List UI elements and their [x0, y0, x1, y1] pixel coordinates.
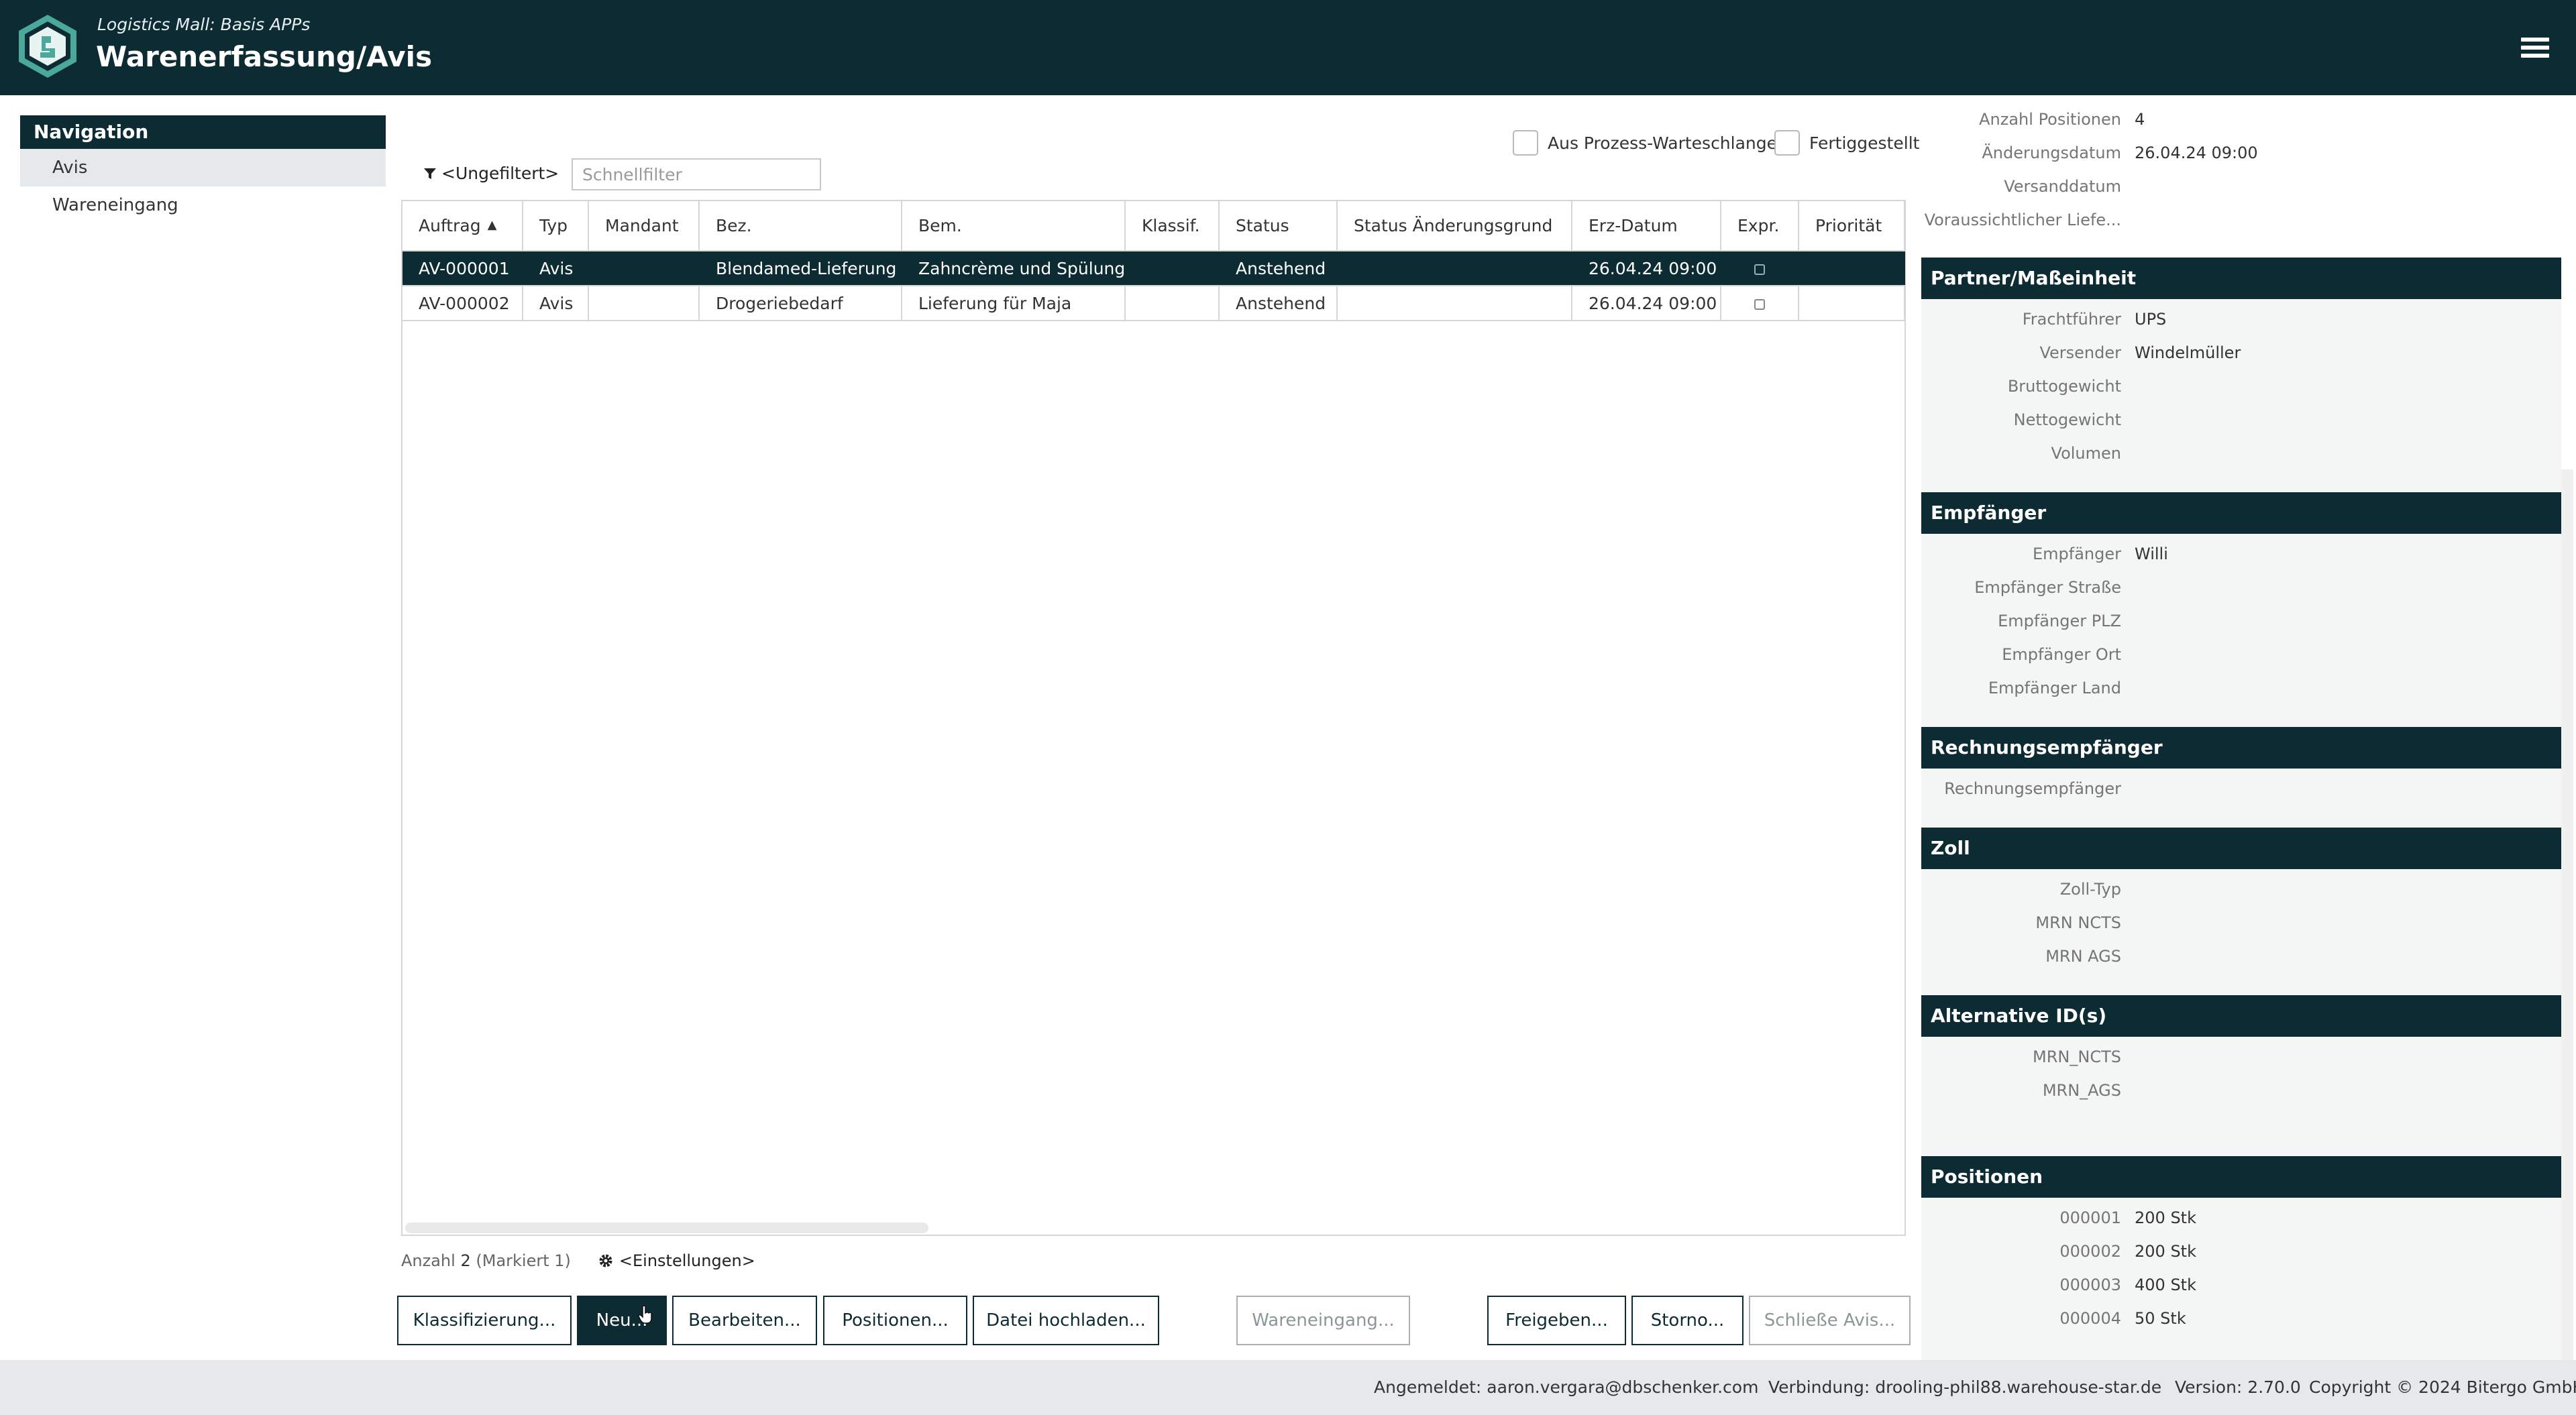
section-positionen-title: Positionen [1921, 1156, 2561, 1198]
cell-bem: Zahncrème und Spülung [902, 251, 1126, 286]
edit-button[interactable]: Bearbeiten... [672, 1296, 817, 1345]
queue-checkbox-label: Aus Prozess-Warteschlange [1548, 133, 1778, 153]
app-logo-icon [19, 15, 76, 78]
filter-label: <Ungefiltert> [441, 164, 559, 183]
cell-status: Anstehend [1219, 286, 1338, 321]
sort-ascending-icon: ▲ [487, 218, 497, 232]
column-header-bez[interactable]: Bez. [699, 201, 902, 251]
field-label: Anzahl Positionen [1979, 110, 2121, 129]
column-header-typ[interactable]: Typ [523, 201, 589, 251]
navigation-title: Navigation [20, 115, 386, 149]
section-alt-ids-title: Alternative ID(s) [1921, 995, 2561, 1037]
detail-panel: Anzahl Positionen 4 Änderungsdatum 26.04… [1920, 95, 2563, 1360]
cell-auftrag: AV-000001 [402, 251, 523, 286]
cell-status-grund [1337, 286, 1572, 321]
positions-button[interactable]: Positionen... [823, 1296, 967, 1345]
status-footer: Angemeldet: aaron.vergara@dbschenker.com… [0, 1360, 2576, 1415]
cell-bez: Blendamed-Lieferung [699, 251, 902, 286]
count-label: Anzahl [401, 1251, 455, 1270]
column-header-mandant[interactable]: Mandant [588, 201, 700, 251]
cell-erz-datum: 26.04.24 09:00 [1572, 251, 1721, 286]
cell-auftrag: AV-000002 [402, 286, 523, 321]
section-partner-title: Partner/Maßeinheit [1921, 258, 2561, 299]
cell-klassif [1125, 251, 1220, 286]
cell-typ: Avis [523, 286, 589, 321]
cell-prioritaet [1799, 251, 1905, 286]
section-zoll-title: Zoll [1921, 828, 2561, 869]
close-avis-button[interactable]: Schließe Avis... [1749, 1296, 1911, 1345]
new-button[interactable]: Neu... [577, 1296, 667, 1345]
nav-item-avis[interactable]: Avis [20, 149, 386, 186]
cell-expr [1721, 251, 1799, 286]
page-title: Warenerfassung/Avis [96, 40, 433, 73]
done-checkbox[interactable] [1774, 130, 1800, 156]
copyright: Copyright © 2024 Bitergo GmbH [2309, 1377, 2576, 1397]
done-checkbox-group[interactable]: Fertiggestellt [1774, 130, 1919, 156]
connection-info: Verbindung: drooling-phil88.warehouse-st… [1768, 1377, 2162, 1397]
version-info: Version: 2.70.0 [2175, 1377, 2301, 1397]
table-row[interactable]: AV-000002 Avis Drogeriebedarf Lieferung … [402, 286, 1905, 321]
column-header-bem[interactable]: Bem. [902, 201, 1126, 251]
settings-label: <Einstellungen> [619, 1251, 755, 1270]
expr-checkbox [1754, 298, 1765, 310]
nav-item-wareneingang[interactable]: Wareneingang [20, 186, 386, 224]
cell-status: Anstehend [1219, 251, 1338, 286]
column-header-prioritaet[interactable]: Priorität [1799, 201, 1905, 251]
filter-icon [424, 168, 436, 179]
gear-icon [599, 1254, 612, 1267]
field-label: Änderungsdatum [1982, 144, 2121, 162]
cell-status-grund [1337, 251, 1572, 286]
detail-vertical-scrollbar[interactable] [2561, 469, 2573, 1360]
section-empfaenger-title: Empfänger [1921, 492, 2561, 534]
cell-mandant [588, 286, 700, 321]
column-header-status[interactable]: Status [1219, 201, 1338, 251]
hamburger-menu-icon[interactable] [2521, 38, 2549, 62]
cell-mandant [588, 251, 700, 286]
column-header-auftrag[interactable]: Auftrag ▲ [402, 201, 523, 251]
release-button[interactable]: Freigeben... [1487, 1296, 1626, 1345]
app-header: Logistics Mall: Basis APPs Warenerfassun… [0, 0, 2576, 95]
klassifizierung-button[interactable]: Klassifizierung... [397, 1296, 572, 1345]
record-count: Anzahl 2 (Markiert 1) <Einstellungen> [401, 1251, 755, 1270]
column-header-status-grund[interactable]: Status Änderungsgrund [1337, 201, 1572, 251]
done-checkbox-label: Fertiggestellt [1809, 133, 1920, 153]
count-value: 2 [460, 1251, 471, 1270]
column-header-erz-datum[interactable]: Erz-Datum [1572, 201, 1721, 251]
queue-checkbox[interactable] [1513, 130, 1538, 156]
navigation-panel: Navigation Avis Wareneingang [20, 115, 386, 224]
goods-receipt-button[interactable]: Wareneingang... [1236, 1296, 1410, 1345]
cancel-order-button[interactable]: Storno... [1631, 1296, 1743, 1345]
expr-checkbox [1754, 264, 1765, 275]
orders-table: Auftrag ▲ Typ Mandant Bez. Bem. Klassif. … [401, 200, 1906, 1236]
cell-prioritaet [1799, 286, 1905, 321]
filter-toggle[interactable]: <Ungefiltert> [423, 164, 559, 183]
marked-count: (Markiert 1) [476, 1251, 571, 1270]
table-row[interactable]: AV-000001 Avis Blendamed-Lieferung Zahnc… [402, 251, 1905, 286]
cell-klassif [1125, 286, 1220, 321]
cell-typ: Avis [523, 251, 589, 286]
cell-bez: Drogeriebedarf [699, 286, 902, 321]
settings-link[interactable]: <Einstellungen> [598, 1251, 755, 1270]
cell-bem: Lieferung für Maja [902, 286, 1126, 321]
upload-file-button[interactable]: Datei hochladen... [973, 1296, 1159, 1345]
column-header-klassif[interactable]: Klassif. [1125, 201, 1220, 251]
field-label: Versanddatum [2004, 177, 2121, 196]
logged-in-user: Angemeldet: aaron.vergara@dbschenker.com [1374, 1377, 1759, 1397]
cell-expr [1721, 286, 1799, 321]
quick-filter-input[interactable] [572, 158, 821, 190]
field-label: Voraussichtlicher Liefe... [1924, 211, 2121, 229]
cell-erz-datum: 26.04.24 09:00 [1572, 286, 1721, 321]
section-rechnung-title: Rechnungsempfänger [1921, 727, 2561, 769]
queue-checkbox-group[interactable]: Aus Prozess-Warteschlange [1513, 130, 1777, 156]
column-header-expr[interactable]: Expr. [1721, 201, 1799, 251]
horizontal-scrollbar[interactable] [405, 1223, 928, 1233]
app-subtitle: Logistics Mall: Basis APPs [97, 15, 311, 34]
